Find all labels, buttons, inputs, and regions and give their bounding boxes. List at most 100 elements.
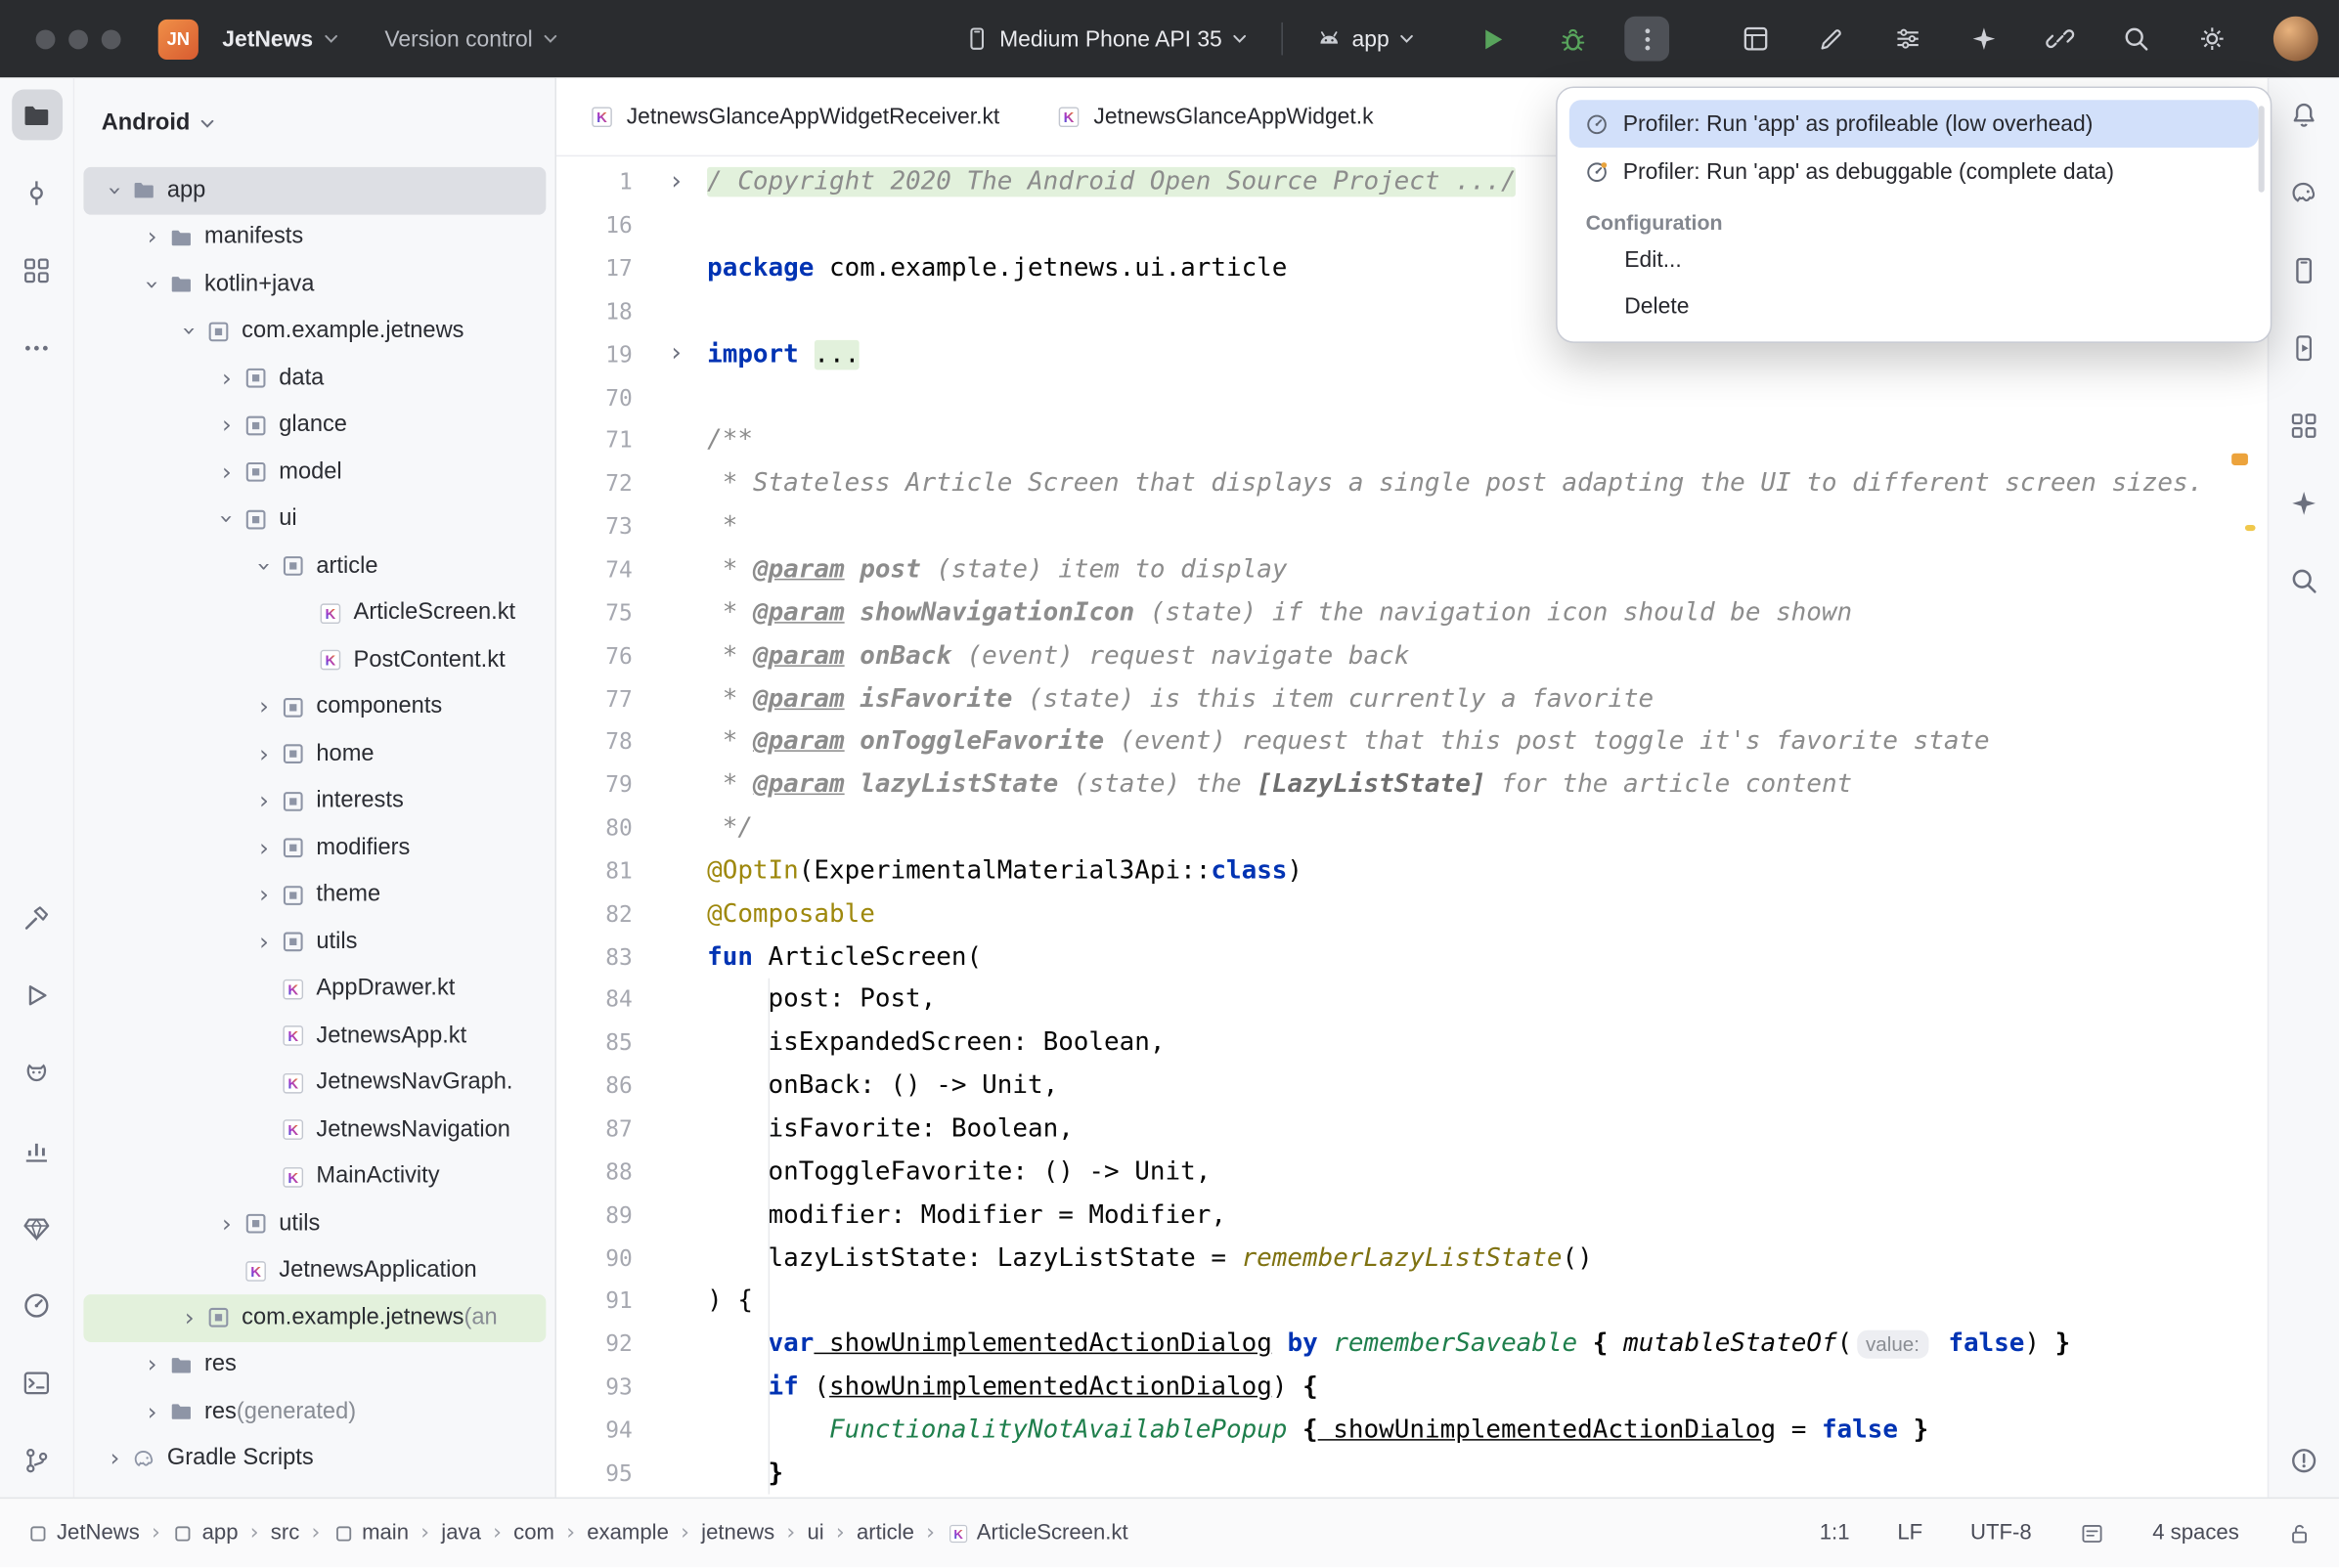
indent-size[interactable]: 4 spaces — [2152, 1521, 2239, 1545]
breadcrumb-src[interactable]: src — [271, 1521, 300, 1545]
code-line-83[interactable]: 83fun ArticleScreen( — [556, 936, 2268, 979]
tree-item-jetnewsapp-kt[interactable]: KJetnewsApp.kt — [83, 1013, 546, 1060]
profiler-icon[interactable] — [11, 1280, 62, 1330]
device-selector[interactable]: Medium Phone API 35 — [954, 20, 1258, 59]
close-window-button[interactable] — [36, 29, 56, 49]
commit-icon[interactable] — [11, 167, 62, 218]
menu-item-profiler-debuggable[interactable]: Profiler: Run 'app' as debuggable (compl… — [1569, 148, 2259, 196]
chevron-collapsed-icon[interactable]: › — [213, 460, 240, 484]
ai-assist-icon[interactable] — [1817, 23, 1847, 54]
breadcrumb-jetnews[interactable]: JetNews — [26, 1521, 139, 1545]
tree-item-ui[interactable]: ›ui — [83, 496, 546, 543]
tab-jetnewsglanceappwidgetreceiver-kt[interactable]: KJetnewsGlanceAppWidgetReceiver.kt — [590, 77, 1000, 154]
code-line-82[interactable]: 82@Composable — [556, 893, 2268, 936]
chevron-expanded-icon[interactable]: › — [178, 318, 201, 344]
chevron-collapsed-icon[interactable]: › — [250, 836, 277, 859]
code-line-74[interactable]: 74 * @param post (state) item to display — [556, 548, 2268, 591]
tree-item-postcontent-kt[interactable]: KPostContent.kt — [83, 636, 546, 683]
chevron-collapsed-icon[interactable]: › — [250, 931, 277, 954]
minimize-window-button[interactable] — [68, 29, 88, 49]
code-line-95[interactable]: 95 } — [556, 1452, 2268, 1495]
build-icon[interactable] — [11, 892, 62, 942]
app-inspection-icon[interactable] — [11, 1202, 62, 1253]
breadcrumb-java[interactable]: java — [441, 1521, 481, 1545]
project-view-selector[interactable]: Android — [74, 99, 554, 150]
tree-item-articlescreen-kt[interactable]: KArticleScreen.kt — [83, 589, 546, 636]
tree-item-mainactivity[interactable]: KMainActivity — [83, 1154, 546, 1200]
tree-item-jetnewsnavigation[interactable]: KJetnewsNavigation — [83, 1107, 546, 1154]
tree-item-theme[interactable]: ›theme — [83, 872, 546, 919]
chevron-collapsed-icon[interactable]: › — [250, 695, 277, 719]
chevron-expanded-icon[interactable]: › — [140, 271, 163, 297]
run-icon[interactable] — [11, 970, 62, 1021]
run-config-selector[interactable]: app — [1307, 20, 1426, 59]
project-icon[interactable] — [11, 90, 62, 141]
structure-icon[interactable] — [11, 244, 62, 295]
breadcrumb-ui[interactable]: ui — [807, 1521, 823, 1545]
editor-config-icon[interactable] — [2079, 1520, 2104, 1546]
version-control-icon[interactable] — [11, 1435, 62, 1486]
code-line-81[interactable]: 81@OptIn(ExperimentalMaterial3Api::class… — [556, 849, 2268, 893]
popup-scrollbar[interactable] — [2259, 106, 2265, 192]
terminal-icon[interactable] — [11, 1357, 62, 1408]
tree-item-home[interactable]: ›home — [83, 730, 546, 777]
breadcrumb-articlescreen-kt[interactable]: KArticleScreen.kt — [947, 1521, 1127, 1545]
app-quality-insights-icon[interactable] — [11, 1124, 62, 1175]
breadcrumb-example[interactable]: example — [587, 1521, 669, 1545]
code-line-88[interactable]: 88 onToggleFavorite: () -> Unit, — [556, 1151, 2268, 1194]
running-devices-icon[interactable] — [2278, 323, 2329, 373]
code-line-73[interactable]: 73 * — [556, 505, 2268, 548]
assistant-icon[interactable] — [2278, 477, 2329, 528]
chevron-collapsed-icon[interactable]: › — [139, 1400, 165, 1423]
fold-arrow-icon[interactable]: › — [633, 342, 707, 368]
project-menu[interactable]: JetNews — [213, 21, 349, 58]
fold-arrow-icon[interactable]: › — [633, 170, 707, 196]
search-everywhere-icon[interactable] — [2121, 23, 2151, 54]
code-line-70[interactable]: 70 — [556, 376, 2268, 419]
tree-item-components[interactable]: ›components — [83, 683, 546, 730]
code-line-92[interactable]: 92 var showUnimplementedActionDialog by … — [556, 1323, 2268, 1366]
layout-inspector-icon[interactable] — [1741, 23, 1771, 54]
resource-manager-icon[interactable] — [2278, 400, 2329, 451]
code-line-94[interactable]: 94 FunctionalityNotAvailablePopup { show… — [556, 1409, 2268, 1452]
scrollbar-warning-mark[interactable] — [2231, 454, 2248, 465]
breadcrumb-com[interactable]: com — [513, 1521, 554, 1545]
debug-button[interactable] — [1550, 17, 1595, 62]
breadcrumb-article[interactable]: article — [857, 1521, 914, 1545]
notifications-icon[interactable] — [2278, 90, 2329, 141]
code-line-93[interactable]: 93 if (showUnimplementedActionDialog) { — [556, 1366, 2268, 1409]
tree-item-app[interactable]: ›app — [83, 167, 546, 214]
problems-icon[interactable] — [2278, 1435, 2329, 1486]
run-button[interactable] — [1470, 17, 1515, 62]
logcat-icon[interactable] — [11, 1047, 62, 1098]
device-manager-icon[interactable] — [2278, 244, 2329, 295]
tree-item-interests[interactable]: ›interests — [83, 778, 546, 825]
menu-item-edit-configuration[interactable]: Edit... — [1569, 238, 2259, 283]
plugins-icon[interactable] — [1969, 23, 2000, 54]
avatar[interactable] — [2273, 17, 2318, 62]
breadcrumb-app[interactable]: app — [172, 1521, 238, 1545]
gradle-icon[interactable] — [2278, 167, 2329, 218]
more-tool-windows-icon[interactable] — [11, 323, 62, 373]
find-icon[interactable] — [2278, 554, 2329, 605]
tree-item-jetnewsnavgraph[interactable]: KJetnewsNavGraph. — [83, 1060, 546, 1107]
code-line-75[interactable]: 75 * @param showNavigationIcon (state) i… — [556, 591, 2268, 634]
chevron-collapsed-icon[interactable]: › — [250, 789, 277, 812]
tree-item-com-example-jetnews-an[interactable]: ›com.example.jetnews (an — [83, 1294, 546, 1341]
code-line-71[interactable]: 71/** — [556, 419, 2268, 462]
code-line-90[interactable]: 90 lazyListState: LazyListState = rememb… — [556, 1237, 2268, 1280]
device-mirroring-icon[interactable] — [2045, 23, 2075, 54]
vcs-menu[interactable]: Version control — [375, 21, 568, 58]
tree-item-data[interactable]: ›data — [83, 355, 546, 402]
menu-item-profiler-profileable[interactable]: Profiler: Run 'app' as profileable (low … — [1569, 100, 2259, 148]
tree-item-glance[interactable]: ›glance — [83, 402, 546, 449]
zoom-window-button[interactable] — [102, 29, 121, 49]
chevron-collapsed-icon[interactable]: › — [139, 1353, 165, 1376]
code-line-80[interactable]: 80 */ — [556, 806, 2268, 849]
tree-item-manifests[interactable]: ›manifests — [83, 214, 546, 261]
chevron-collapsed-icon[interactable]: › — [250, 883, 277, 906]
tree-item-jetnewsapplication[interactable]: KJetnewsApplication — [83, 1247, 546, 1294]
chevron-collapsed-icon[interactable]: › — [176, 1306, 202, 1329]
chevron-expanded-icon[interactable]: › — [103, 177, 126, 203]
tree-item-model[interactable]: ›model — [83, 449, 546, 496]
